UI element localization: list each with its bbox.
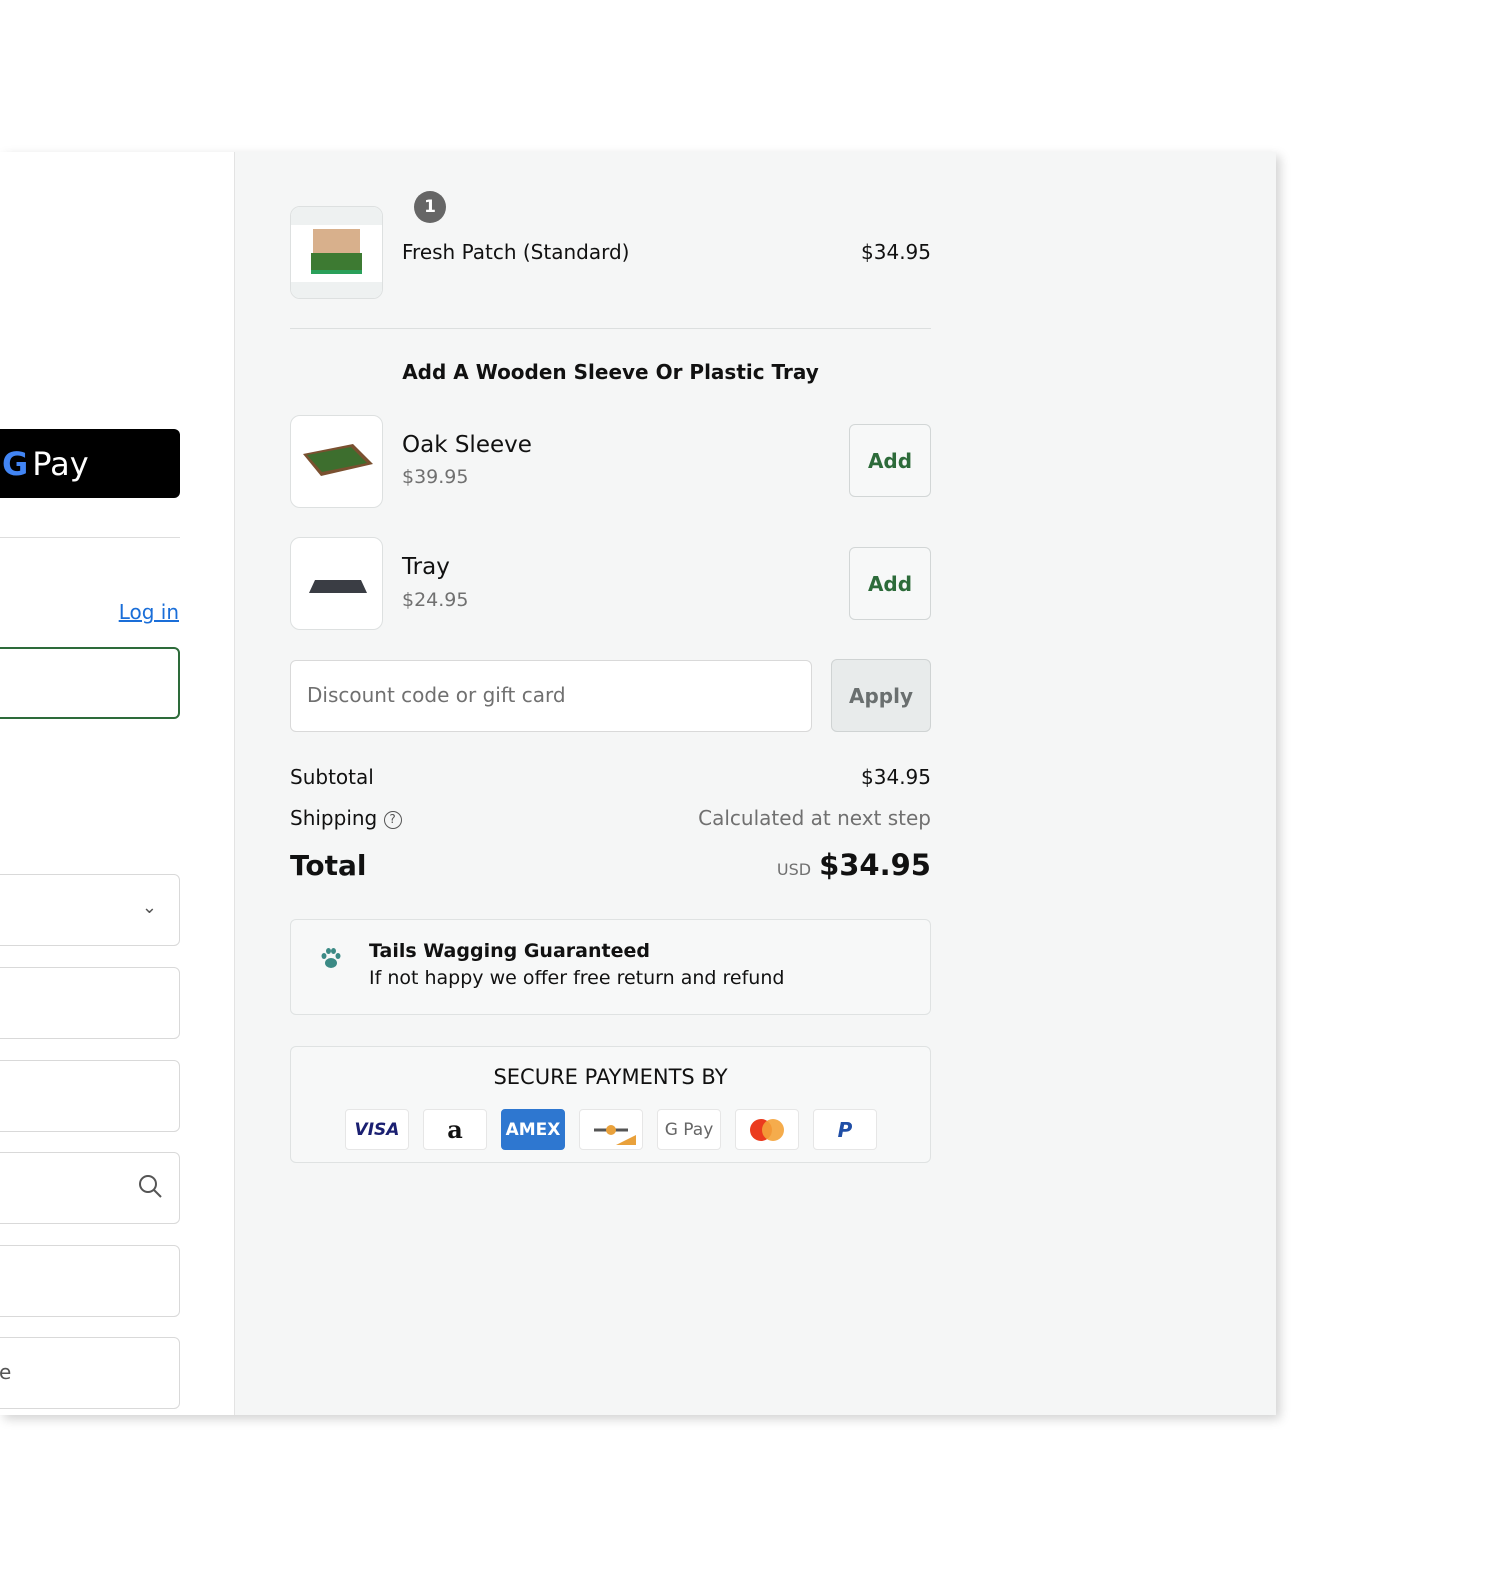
google-g-icon: G: [2, 444, 29, 483]
paypal-icon: P: [813, 1109, 877, 1150]
order-summary: 1 Fresh Patch (Standard) $34.95 Add A Wo…: [235, 152, 1276, 1415]
apply-button[interactable]: Apply: [831, 659, 931, 732]
subtotal-row: Subtotal $34.95: [290, 765, 931, 789]
product-name: Fresh Patch (Standard): [402, 240, 630, 264]
shipping-row: Shipping ? Calculated at next step: [290, 806, 931, 830]
address-field[interactable]: [0, 1152, 180, 1224]
total-value: $34.95: [819, 848, 931, 882]
upsell-thumbnail: [290, 537, 383, 630]
shipping-label: Shipping: [290, 806, 378, 830]
google-pay-button[interactable]: G Pay: [0, 429, 180, 498]
search-icon: [139, 1175, 162, 1198]
add-tray-button[interactable]: Add: [849, 547, 931, 620]
apartment-field[interactable]: [0, 1245, 180, 1317]
tray-image: [309, 580, 367, 593]
upsell-price: $24.95: [402, 589, 469, 611]
divider: [290, 328, 931, 329]
upsell-thumbnail: [290, 415, 383, 508]
guarantee-text: If not happy we offer free return and re…: [369, 967, 785, 989]
divider: [0, 537, 180, 538]
secure-payments-box: SECURE PAYMENTS BY VISA a AMEX G Pay P: [290, 1046, 931, 1163]
quantity-badge: 1: [414, 191, 446, 223]
guarantee-title: Tails Wagging Guaranteed: [369, 940, 650, 962]
upsell-name: Oak Sleeve: [402, 432, 532, 458]
fresh-patch-image: [291, 207, 382, 298]
company-field[interactable]: [0, 1060, 180, 1132]
upsell-name: Tray: [402, 554, 450, 580]
gpay-label: Pay: [32, 444, 89, 483]
google-pay-icon: G Pay: [657, 1109, 721, 1150]
guarantee-box: Tails Wagging Guaranteed If not happy we…: [290, 919, 931, 1015]
total-row: Total USD $34.95: [290, 848, 931, 882]
diners-icon: [579, 1109, 643, 1150]
city-field[interactable]: e: [0, 1337, 180, 1409]
currency-code: USD: [776, 860, 812, 879]
email-field[interactable]: [0, 647, 180, 719]
upsell-title: Add A Wooden Sleeve Or Plastic Tray: [402, 360, 819, 384]
total-label: Total: [290, 849, 367, 882]
login-link[interactable]: Log in: [119, 600, 179, 624]
help-circle-icon[interactable]: ?: [383, 810, 402, 829]
country-select[interactable]: ⌄: [0, 874, 180, 946]
discount-code-input[interactable]: Discount code or gift card: [290, 660, 812, 732]
subtotal-label: Subtotal: [290, 765, 374, 789]
secure-payments-title: SECURE PAYMENTS BY: [493, 1065, 728, 1089]
checkout-panel: G Pay Log in ⌄ e 1 Fresh Patch (Standard)…: [0, 152, 1276, 1415]
add-oak-sleeve-button[interactable]: Add: [849, 424, 931, 497]
paw-icon: [321, 948, 341, 968]
checkout-form-column: G Pay Log in ⌄ e: [0, 152, 235, 1415]
shipping-value: Calculated at next step: [698, 806, 931, 830]
upsell-price: $39.95: [402, 466, 469, 488]
chevron-down-icon: ⌄: [141, 897, 157, 918]
payment-methods: VISA a AMEX G Pay P: [345, 1109, 877, 1150]
product-price: $34.95: [861, 240, 931, 264]
name-field[interactable]: [0, 967, 180, 1039]
amex-icon: AMEX: [501, 1109, 565, 1150]
visa-icon: VISA: [345, 1109, 409, 1150]
mastercard-icon: [735, 1109, 799, 1150]
subtotal-value: $34.95: [861, 765, 931, 789]
product-thumbnail: [290, 206, 383, 299]
field-placeholder: e: [0, 1360, 12, 1384]
amazon-pay-icon: a: [423, 1109, 487, 1150]
oak-sleeve-image: [303, 444, 373, 476]
